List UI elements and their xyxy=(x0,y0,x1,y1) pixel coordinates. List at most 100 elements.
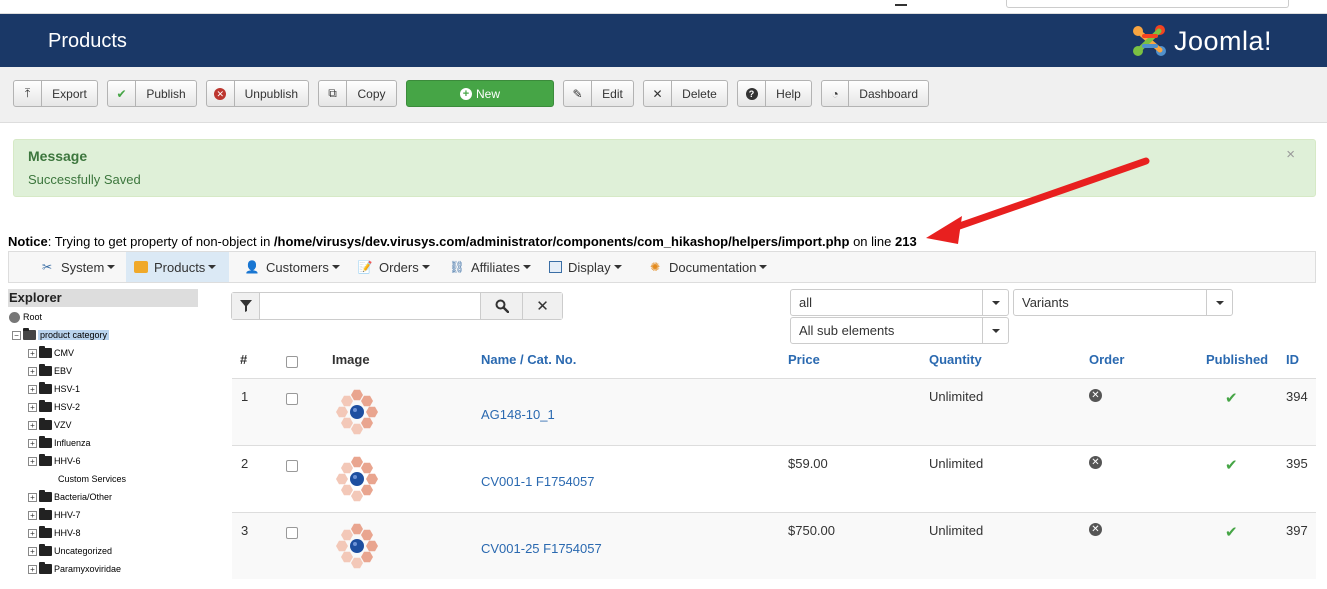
logo-text: Joomla! xyxy=(1174,26,1273,56)
dashboard-button[interactable]: ◔ Dashboard xyxy=(821,80,929,107)
new-button[interactable]: + New xyxy=(406,80,554,107)
message-heading: Message xyxy=(28,148,88,164)
published-check-icon[interactable]: ✔ xyxy=(1225,389,1238,407)
tree-item[interactable]: Custom Services xyxy=(28,471,126,487)
menu-system[interactable]: ✂ System xyxy=(31,252,123,282)
tree-item[interactable]: + Influenza xyxy=(28,435,91,451)
order-remove-icon[interactable]: ✕ xyxy=(1089,523,1102,536)
dashboard-label: Dashboard xyxy=(859,86,918,101)
category-filter-select[interactable]: all xyxy=(790,289,1009,316)
tree-item[interactable]: + Paramyxoviridae xyxy=(28,561,121,577)
globe-icon xyxy=(9,311,20,323)
expand-icon[interactable]: + xyxy=(28,546,37,556)
menu-customers[interactable]: 👤 Customers xyxy=(236,252,348,282)
variants-filter-select[interactable]: Variants xyxy=(1013,289,1233,316)
tree-item-label: HHV-8 xyxy=(54,528,81,538)
edit-button[interactable]: ✎ Edit xyxy=(563,80,634,107)
delete-icon: ✕ xyxy=(644,81,672,106)
plus-icon: + xyxy=(459,87,472,100)
search-icon[interactable] xyxy=(480,293,522,319)
tree-item[interactable]: + CMV xyxy=(28,345,74,361)
tree-item[interactable]: + HSV-1 xyxy=(28,381,80,397)
expand-icon[interactable]: + xyxy=(28,510,37,520)
caret-down-icon xyxy=(1206,290,1232,315)
sub-elements-filter-select[interactable]: All sub elements xyxy=(790,317,1009,344)
tree-item[interactable]: + HHV-8 xyxy=(28,525,81,541)
column-header-quantity[interactable]: Quantity xyxy=(929,352,982,367)
product-thumbnail[interactable] xyxy=(332,521,382,571)
select-all-checkbox[interactable] xyxy=(286,356,298,368)
product-price: $750.00 xyxy=(788,523,835,538)
column-header-image: Image xyxy=(332,352,370,367)
menu-documentation[interactable]: ✺ Documentation xyxy=(639,252,775,282)
menu-display[interactable]: Display xyxy=(541,252,630,282)
product-thumbnail[interactable] xyxy=(332,387,382,437)
browser-search-box[interactable] xyxy=(1006,0,1289,8)
menu-system-label: System xyxy=(61,259,105,275)
tree-root[interactable]: Root xyxy=(9,309,42,325)
product-id: 395 xyxy=(1286,456,1308,471)
expand-icon[interactable]: + xyxy=(28,384,37,394)
column-header-order[interactable]: Order xyxy=(1089,352,1124,367)
column-header-name[interactable]: Name / Cat. No. xyxy=(481,352,576,367)
row-checkbox[interactable] xyxy=(286,460,298,472)
expand-icon[interactable]: + xyxy=(28,402,37,412)
expand-icon[interactable]: + xyxy=(28,492,37,502)
menu-affiliates-label: Affiliates xyxy=(471,259,520,275)
tree-item[interactable]: + EBV xyxy=(28,363,72,379)
caret-down-icon xyxy=(759,265,768,269)
caret-down-icon xyxy=(331,265,340,269)
menu-affiliates[interactable]: ⛓ Affiliates xyxy=(441,252,539,282)
expand-icon[interactable]: + xyxy=(28,438,37,448)
menu-products[interactable]: Products xyxy=(126,252,229,282)
expand-icon[interactable]: + xyxy=(28,456,37,466)
publish-button[interactable]: ✔ Publish xyxy=(107,80,197,107)
expand-icon[interactable]: + xyxy=(28,348,37,358)
customers-icon: 👤 xyxy=(244,260,260,274)
export-button[interactable]: ⤒ Export xyxy=(13,80,98,107)
message-text: Successfully Saved xyxy=(28,172,141,187)
browser-menu-icon[interactable] xyxy=(895,0,907,6)
tree-item[interactable]: + HSV-2 xyxy=(28,399,80,415)
delete-button[interactable]: ✕ Delete xyxy=(643,80,728,107)
expand-icon[interactable]: + xyxy=(28,366,37,376)
expand-icon[interactable]: + xyxy=(28,564,37,574)
product-name-link[interactable]: CV001-25 F1754057 xyxy=(481,541,602,556)
tree-item[interactable]: + Uncategorized xyxy=(28,543,112,559)
toolbar: ⤒ Export ✔ Publish ✕ Unpublish ⧉ Copy + … xyxy=(0,67,1327,123)
close-icon[interactable]: × xyxy=(1286,146,1295,163)
row-checkbox[interactable] xyxy=(286,527,298,539)
published-check-icon[interactable]: ✔ xyxy=(1225,456,1238,474)
filter-icon[interactable] xyxy=(232,293,260,319)
help-button[interactable]: ? Help xyxy=(737,80,812,107)
menu-orders[interactable]: 📝 Orders xyxy=(349,252,438,282)
tree-product-category[interactable]: − product category xyxy=(12,327,110,343)
product-name-link[interactable]: AG148-10_1 xyxy=(481,407,555,422)
order-remove-icon[interactable]: ✕ xyxy=(1089,389,1102,402)
product-name-link[interactable]: CV001-1 F1754057 xyxy=(481,474,594,489)
product-thumbnail[interactable] xyxy=(332,454,382,504)
tree-item[interactable]: + HHV-7 xyxy=(28,507,81,523)
expand-icon[interactable]: + xyxy=(28,528,37,538)
unpublish-button[interactable]: ✕ Unpublish xyxy=(206,80,309,107)
tree-item-label: Custom Services xyxy=(58,474,127,484)
search-input[interactable] xyxy=(261,293,479,319)
column-header-published[interactable]: Published xyxy=(1206,352,1268,367)
column-header-price[interactable]: Price xyxy=(788,352,820,367)
clear-search-icon[interactable]: ✕ xyxy=(522,293,562,319)
tree-item-label: HHV-7 xyxy=(54,510,81,520)
order-remove-icon[interactable]: ✕ xyxy=(1089,456,1102,469)
tree-item[interactable]: + Bacteria/Other xyxy=(28,489,112,505)
column-header-id[interactable]: ID xyxy=(1286,352,1299,367)
column-header-number: # xyxy=(240,352,248,367)
tree-item[interactable]: + HHV-6 xyxy=(28,453,81,469)
expand-icon[interactable]: + xyxy=(28,420,37,430)
row-checkbox[interactable] xyxy=(286,393,298,405)
published-check-icon[interactable]: ✔ xyxy=(1225,523,1238,541)
caret-down-icon xyxy=(208,265,217,269)
tree-root-label: Root xyxy=(23,312,43,322)
copy-icon: ⧉ xyxy=(319,81,347,106)
copy-button[interactable]: ⧉ Copy xyxy=(318,80,397,107)
collapse-icon[interactable]: − xyxy=(12,330,21,340)
tree-item[interactable]: + VZV xyxy=(28,417,72,433)
